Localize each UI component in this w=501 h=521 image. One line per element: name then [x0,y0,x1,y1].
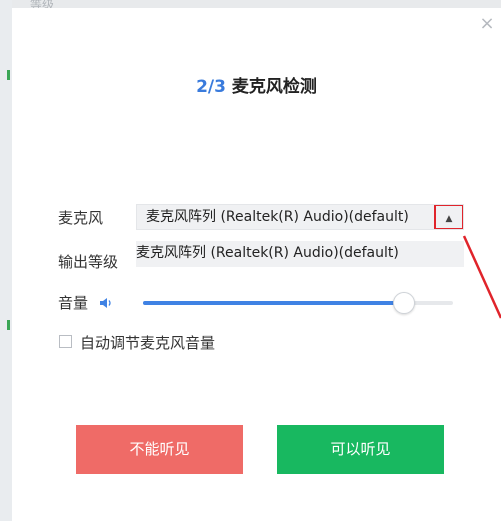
cant-hear-button[interactable]: 不能听见 [76,425,243,474]
microphone-label: 麦克风 [58,209,104,227]
microphone-selected-value: 麦克风阵列 (Realtek(R) Audio)(default) [146,209,409,225]
background-window-edge [0,0,12,521]
volume-slider-thumb[interactable] [393,292,416,314]
dropdown-option[interactable]: 麦克风阵列 (Realtek(R) Audio)(default) [136,241,464,265]
title-step: 2/3 [196,77,226,97]
edge-marker [7,70,10,80]
title-text: 麦克风检测 [225,77,317,97]
mic-check-dialog: × 2/3 麦克风检测 麦克风 麦克风阵列 (Realtek(R) Audio)… [12,8,501,521]
close-icon[interactable]: × [479,15,495,33]
can-hear-button[interactable]: 可以听见 [277,425,444,474]
volume-slider-fill [143,301,404,305]
volume-label: 音量 [58,294,89,312]
dialog-title: 2/3 麦克风检测 [12,72,501,97]
auto-adjust-checkbox[interactable] [59,335,72,348]
speaker-icon [100,298,111,308]
edge-marker [7,320,10,330]
dropdown-arrow-icon[interactable]: ▲ [434,205,463,229]
volume-slider[interactable] [143,292,453,314]
output-level-label: 输出等级 [58,253,119,271]
microphone-dropdown-list: 麦克风阵列 (Realtek(R) Audio)(default) [136,241,464,267]
auto-adjust-label: 自动调节麦克风音量 [80,334,216,352]
microphone-select[interactable]: 麦克风阵列 (Realtek(R) Audio)(default) ▲ [136,204,464,230]
